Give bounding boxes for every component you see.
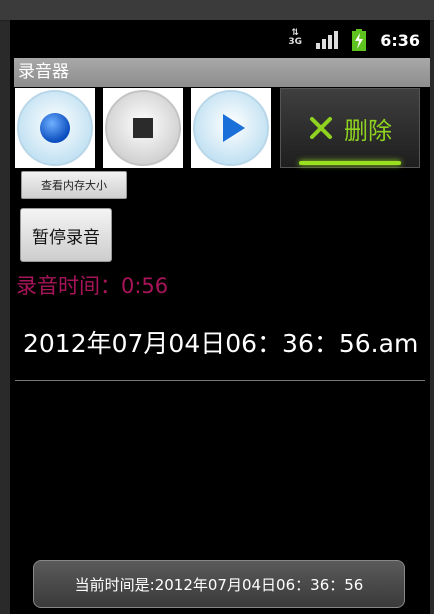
stop-icon: [105, 90, 181, 166]
app-title: 录音器: [14, 58, 430, 87]
record-button[interactable]: [15, 88, 95, 168]
close-icon: [310, 117, 332, 139]
current-datetime: 2012年07月04日06：36：56.am: [23, 329, 419, 358]
status-time: 6:36: [380, 30, 420, 50]
delete-button[interactable]: 删除: [280, 88, 420, 168]
record-icon: [17, 90, 93, 166]
divider: [15, 380, 425, 381]
play-icon: [193, 90, 269, 166]
delete-glow: [299, 161, 401, 165]
phone-screen: ⇅ 3G 6:36 录音器 删除 查看内存大小 暂停录音 录音时间：0:56 2…: [10, 20, 430, 614]
toast-message: 当前时间是:2012年07月04日06：36：56: [33, 560, 405, 608]
pause-record-button[interactable]: 暂停录音: [20, 208, 112, 262]
recording-time: 录音时间：0:56: [16, 274, 169, 298]
play-button[interactable]: [191, 88, 271, 168]
delete-label: 删除: [344, 116, 392, 145]
status-icons: ⇅ 3G 6:36: [288, 28, 420, 52]
status-bar: ⇅ 3G 6:36: [10, 20, 430, 58]
data-3g-icon: ⇅ 3G: [288, 28, 303, 47]
media-controls: 删除: [15, 88, 425, 168]
toast-text: 当前时间是:2012年07月04日06：36：56: [74, 575, 364, 594]
stop-button[interactable]: [103, 88, 183, 168]
view-memory-button[interactable]: 查看内存大小: [21, 171, 127, 199]
device-bezel-top: [0, 0, 434, 21]
signal-icon: [316, 31, 339, 49]
battery-charging-icon: [352, 29, 367, 51]
